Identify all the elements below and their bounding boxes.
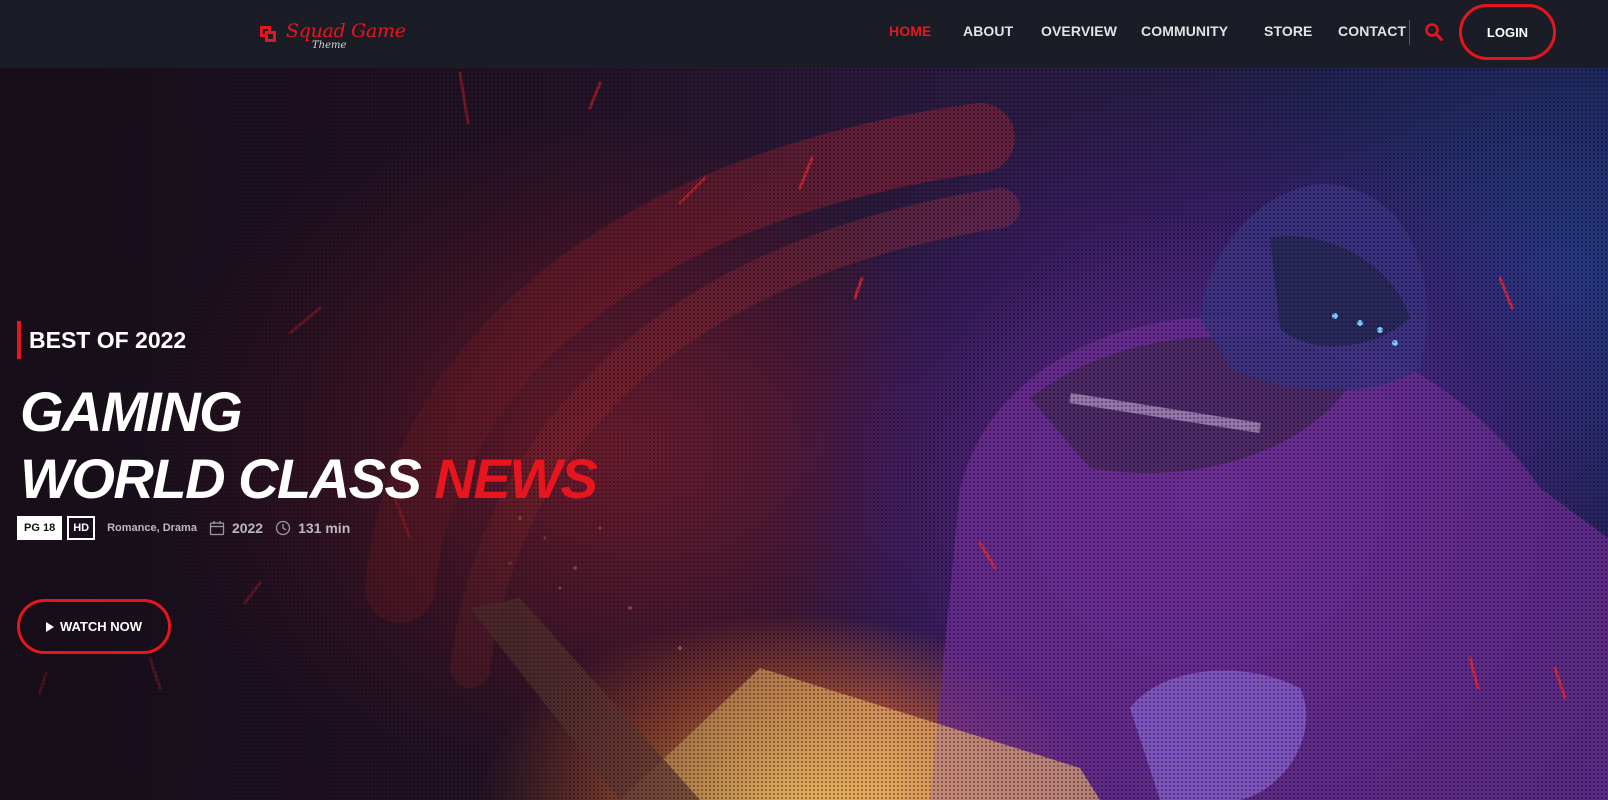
nav-item-store[interactable]: STORE [1264, 23, 1312, 39]
clock-icon [275, 520, 291, 536]
hero-headline: GAMING WORLD CLASS NEWS [20, 378, 598, 512]
site-header: Squad Game Theme HOME ABOUT OVERVIEW COM… [0, 0, 1608, 68]
brand-name: Squad Game [286, 20, 406, 42]
watch-now-button[interactable]: WATCH NOW [17, 599, 171, 654]
headline-line-1: GAMING [20, 380, 243, 443]
release-year: 2022 [231, 520, 264, 536]
hero-banner: BEST OF 2022 GAMING WORLD CLASS NEWS PG … [0, 68, 1608, 800]
search-icon[interactable] [1424, 22, 1444, 42]
nav-item-overview[interactable]: OVERVIEW [1041, 23, 1117, 39]
nav-divider [1409, 20, 1410, 45]
watch-now-label: WATCH NOW [59, 619, 143, 634]
login-button[interactable]: LOGIN [1459, 4, 1556, 60]
logo-mark-icon [260, 26, 276, 42]
nav-item-home[interactable]: HOME [889, 23, 931, 39]
hero-meta: PG 18 HD Romance, Drama 2022 131 min [17, 515, 350, 541]
brand-logo[interactable]: Squad Game Theme [260, 20, 406, 54]
headline-line-2-text: WORLD CLASS [20, 447, 422, 510]
hero-tagline: BEST OF 2022 [17, 321, 186, 359]
genre-list: Romance, Drama [107, 522, 197, 534]
duration: 131 min [298, 520, 351, 536]
nav-item-community[interactable]: COMMUNITY [1141, 23, 1228, 39]
quality-badge: HD [67, 516, 96, 540]
nav-item-contact[interactable]: CONTACT [1338, 23, 1406, 39]
headline-accent: NEWS [434, 447, 598, 510]
rating-badge: PG 18 [17, 516, 63, 540]
brand-subtitle: Theme [312, 40, 347, 51]
nav-item-about[interactable]: ABOUT [963, 23, 1013, 39]
headline-line-2: WORLD CLASS NEWS [20, 445, 598, 512]
calendar-icon [209, 521, 225, 536]
play-icon [45, 621, 54, 632]
